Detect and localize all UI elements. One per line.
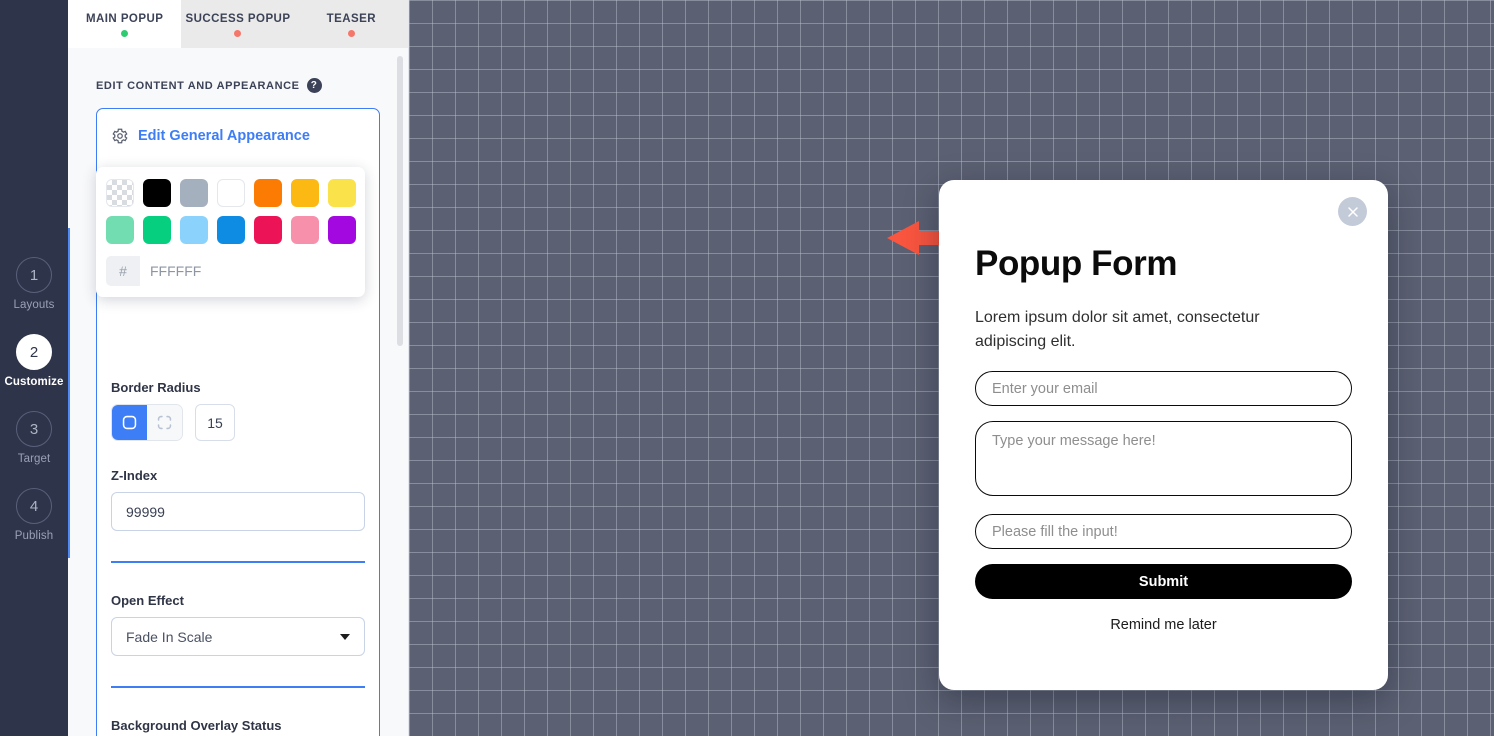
step-label: Layouts bbox=[13, 299, 55, 311]
swatch-mint[interactable] bbox=[106, 216, 134, 244]
hex-input[interactable]: FFFFFF bbox=[140, 256, 238, 286]
step-number: 3 bbox=[16, 411, 52, 447]
border-radius-label: Border Radius bbox=[111, 380, 201, 395]
tab-label: MAIN POPUP bbox=[85, 13, 164, 25]
swatch-green[interactable] bbox=[143, 216, 171, 244]
tab-success-popup[interactable]: SUCCESS POPUP bbox=[181, 0, 295, 48]
border-radius-mode-toggle bbox=[111, 404, 183, 441]
z-index-label: Z-Index bbox=[111, 468, 158, 483]
extra-field[interactable]: Please fill the input! bbox=[975, 514, 1352, 550]
step-number: 1 bbox=[15, 257, 52, 293]
popup-builder-app: 1 Layouts 2 Customize 3 Target 4 Publish… bbox=[0, 0, 1494, 736]
tab-status-dot bbox=[121, 30, 129, 37]
rail-step-publish[interactable]: 4 Publish bbox=[15, 488, 53, 542]
step-label: Target bbox=[17, 453, 51, 465]
step-rail: 1 Layouts 2 Customize 3 Target 4 Publish bbox=[0, 0, 68, 736]
background-overlay-label: Background Overlay Status bbox=[111, 718, 282, 733]
border-radius-value[interactable]: 15 bbox=[195, 404, 235, 441]
swatch-black[interactable] bbox=[143, 179, 171, 207]
z-index-input[interactable]: 99999 bbox=[111, 492, 365, 531]
step-number: 4 bbox=[15, 488, 52, 524]
tab-status-dot bbox=[347, 30, 355, 37]
swatch-blue[interactable] bbox=[217, 216, 245, 244]
panel-section-title: EDIT CONTENT AND APPEARANCE ? bbox=[96, 48, 380, 93]
scrollbar-thumb[interactable] bbox=[397, 56, 403, 346]
swatch-transparent[interactable] bbox=[106, 179, 134, 207]
step-label: Customize bbox=[4, 376, 64, 388]
settings-panel: MAIN POPUP SUCCESS POPUP TEASER EDIT CON… bbox=[68, 0, 409, 736]
rounded-square-icon[interactable] bbox=[112, 405, 147, 440]
rail-step-target[interactable]: 3 Target bbox=[16, 411, 52, 465]
hash-symbol: # bbox=[106, 256, 140, 286]
step-label: Publish bbox=[14, 530, 54, 542]
popup-tabs: MAIN POPUP SUCCESS POPUP TEASER bbox=[68, 0, 408, 48]
popup-title: Popup Form bbox=[975, 244, 1178, 283]
open-effect-value: Fade In Scale bbox=[126, 628, 213, 645]
panel-scrollbar[interactable] bbox=[397, 56, 403, 728]
tab-label: TEASER bbox=[326, 13, 376, 25]
color-picker-popover: # FFFFFF bbox=[96, 167, 365, 297]
swatch-light-blue[interactable] bbox=[180, 216, 208, 244]
section-divider bbox=[111, 686, 365, 688]
popup-preview: Popup Form Lorem ipsum dolor sit amet, c… bbox=[939, 180, 1388, 690]
section-divider bbox=[111, 561, 365, 563]
preview-canvas: Popup Form Lorem ipsum dolor sit amet, c… bbox=[409, 0, 1494, 736]
email-field[interactable]: Enter your email bbox=[975, 371, 1352, 407]
general-appearance-card: Edit General Appearance Body Background … bbox=[96, 108, 380, 736]
swatch-white[interactable] bbox=[217, 179, 245, 207]
message-field[interactable]: Type your message here! bbox=[975, 421, 1352, 497]
open-effect-label: Open Effect bbox=[111, 593, 184, 608]
card-header[interactable]: Edit General Appearance bbox=[111, 127, 365, 145]
border-radius-controls: 15 bbox=[111, 404, 365, 441]
chevron-down-icon bbox=[340, 633, 350, 640]
open-effect-select[interactable]: Fade In Scale bbox=[111, 617, 365, 656]
popup-description: Lorem ipsum dolor sit amet, consectetur … bbox=[975, 309, 1260, 350]
hex-input-row[interactable]: # FFFFFF bbox=[106, 256, 238, 286]
swatch-gray[interactable] bbox=[180, 179, 208, 207]
tab-teaser[interactable]: TEASER bbox=[294, 0, 408, 48]
remind-me-later-link[interactable]: Remind me later bbox=[975, 617, 1352, 633]
tab-status-dot bbox=[234, 30, 242, 37]
gear-icon bbox=[111, 127, 129, 145]
rail-step-customize[interactable]: 2 Customize bbox=[4, 334, 63, 388]
panel-scroll-area: EDIT CONTENT AND APPEARANCE ? Edit Gener… bbox=[68, 48, 408, 736]
color-swatch-grid bbox=[106, 179, 356, 244]
tab-main-popup[interactable]: MAIN POPUP bbox=[68, 0, 182, 48]
swatch-yellow[interactable] bbox=[328, 179, 356, 207]
card-title: Edit General Appearance bbox=[138, 128, 310, 144]
swatch-amber[interactable] bbox=[291, 179, 319, 207]
rail-step-layouts[interactable]: 1 Layouts bbox=[14, 257, 55, 311]
swatch-orange[interactable] bbox=[254, 179, 282, 207]
swatch-pink[interactable] bbox=[291, 216, 319, 244]
swatch-purple[interactable] bbox=[328, 216, 356, 244]
step-number: 2 bbox=[15, 334, 52, 370]
close-icon[interactable] bbox=[1338, 197, 1367, 226]
question-mark-icon[interactable]: ? bbox=[306, 78, 322, 93]
submit-button[interactable]: Submit bbox=[975, 564, 1352, 600]
swatch-crimson[interactable] bbox=[254, 216, 282, 244]
dashed-corners-icon[interactable] bbox=[147, 405, 182, 440]
tab-label: SUCCESS POPUP bbox=[185, 13, 291, 25]
section-title-text: EDIT CONTENT AND APPEARANCE bbox=[96, 79, 300, 92]
